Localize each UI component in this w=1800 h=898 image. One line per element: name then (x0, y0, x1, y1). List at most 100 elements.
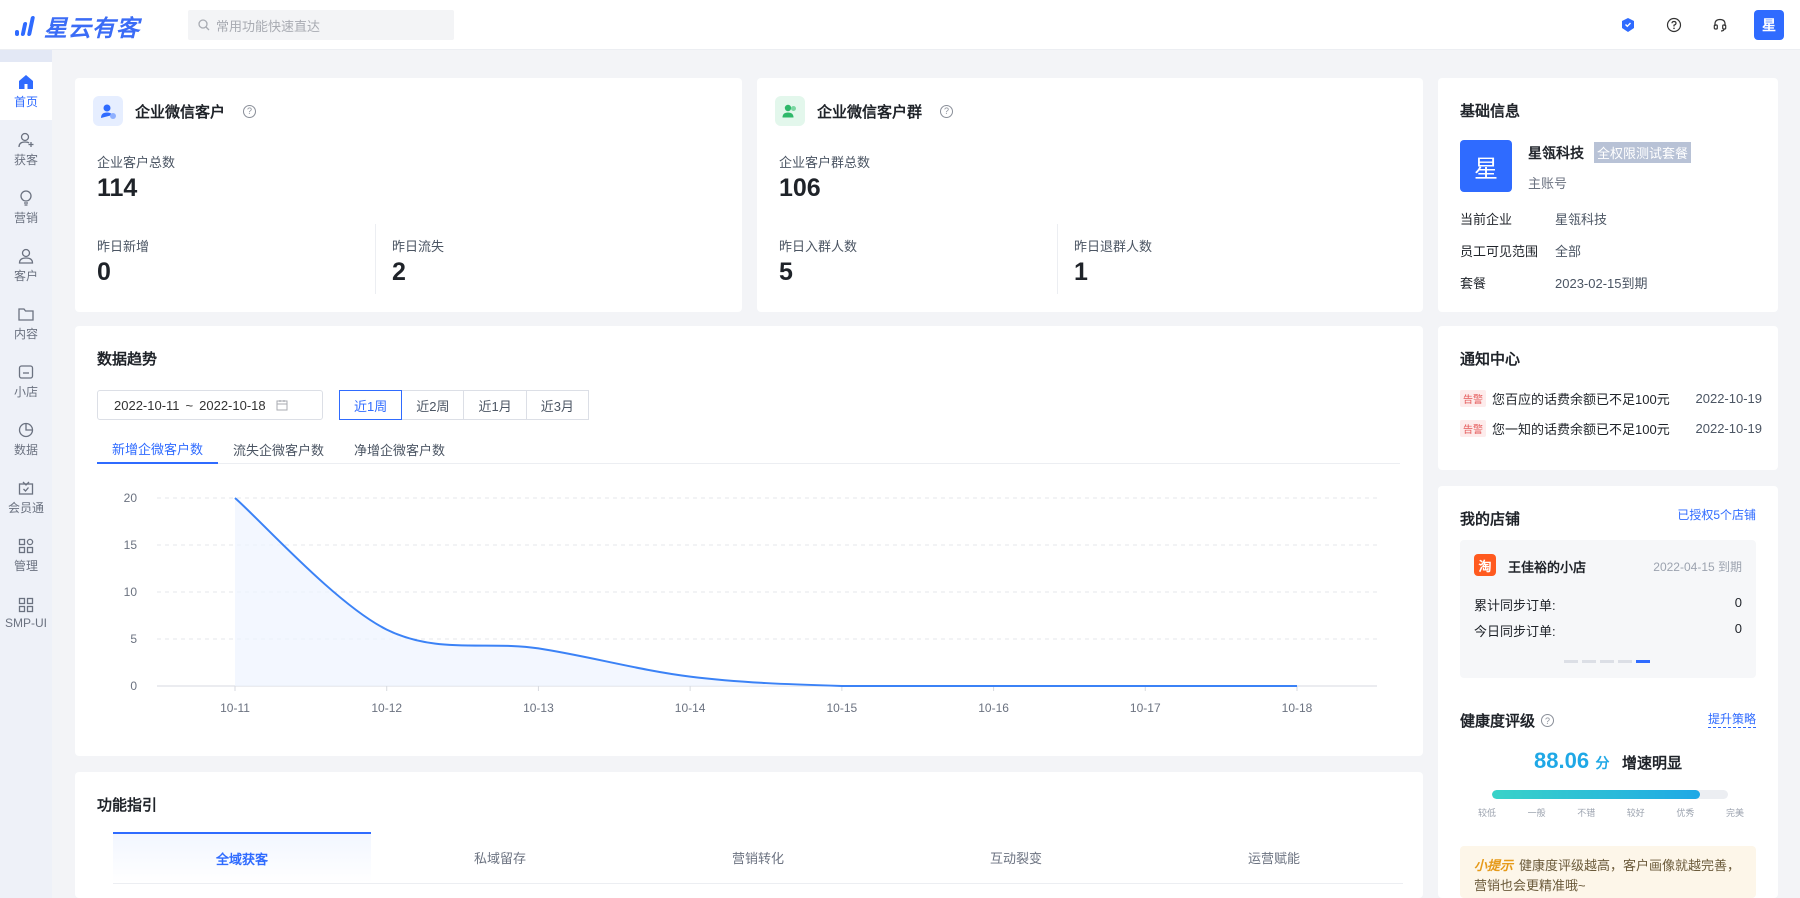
sidebar-item-label: SMP-UI (5, 616, 47, 630)
health-unit: 分 (1595, 755, 1610, 771)
bulb-icon (17, 189, 35, 207)
shop-name: 王佳裕的小店 (1508, 560, 1587, 575)
x-tick-label: 10-16 (978, 701, 1009, 715)
date-start: 2022-10-11 (114, 397, 180, 413)
search-icon (198, 19, 210, 31)
y-tick-label: 20 (124, 491, 138, 505)
x-tick-label: 10-13 (523, 701, 554, 715)
date-range-picker[interactable]: 2022-10-11 ~ 2022-10-18 (97, 390, 323, 420)
range-button-3[interactable]: 近3月 (525, 390, 589, 420)
notice-text: 您一知的话费余额已不足100元 (1492, 422, 1670, 437)
shop-expire: 2022-04-15 到期 (1653, 560, 1742, 574)
range-button-1[interactable]: 近2周 (401, 390, 465, 420)
trend-title: 数据趋势 (97, 351, 158, 368)
trend-tab-2[interactable]: 净增企微客户数 (339, 434, 460, 464)
company-avatar: 星 (1460, 140, 1512, 192)
grid-icon (17, 537, 35, 555)
sidebar-item-8[interactable]: 管理 (0, 526, 52, 584)
trend-tab-0[interactable]: 新增企微客户数 (97, 434, 219, 464)
info-row-plan: 套餐 2023-02-15到期 (1460, 276, 1648, 291)
sidebar-item-3[interactable]: 客户 (0, 236, 52, 294)
group-icon (775, 96, 805, 126)
date-end: 2022-10-18 (199, 397, 266, 413)
headset-icon[interactable] (1708, 13, 1732, 37)
customer-lost-label: 昨日流失 (392, 239, 445, 254)
group-quit-label: 昨日退群人数 (1074, 239, 1153, 254)
sidebar-item-label: 营销 (13, 210, 38, 225)
info-row-scope: 员工可见范围 全部 (1460, 244, 1582, 259)
user-icon (17, 247, 35, 265)
guide-tab-3[interactable]: 互动裂变 (887, 832, 1145, 883)
guide-tab-2[interactable]: 营销转化 (629, 832, 887, 883)
group-join-label: 昨日入群人数 (779, 239, 858, 254)
group-total-value: 106 (779, 174, 821, 202)
sidebar-item-2[interactable]: 营销 (0, 178, 52, 236)
sidebar-item-1[interactable]: 获客 (0, 120, 52, 178)
notice-card: 通知中心 告警 您百应的话费余额已不足100元 2022-10-19 告警 您一… (1438, 326, 1778, 470)
health-status: 增速明显 (1621, 755, 1682, 772)
health-score-line: 88.06 分 增速明显 (1460, 748, 1756, 774)
question-icon[interactable]: ? (1541, 714, 1555, 727)
group-quit-value: 1 (1074, 258, 1088, 286)
group-card-title: 企业微信客户群 (817, 103, 923, 121)
folder-icon (17, 305, 35, 323)
sidebar-item-6[interactable]: 数据 (0, 410, 52, 468)
notice-item[interactable]: 告警 您一知的话费余额已不足100元 2022-10-19 (1460, 419, 1762, 438)
health-title: 健康度评级 (1460, 713, 1536, 730)
trend-chart: 0 5 10 15 20 10-11 10-12 10-13 10-14 10-15 10-16 10… (124, 491, 1377, 715)
pie-icon (17, 421, 35, 439)
shop-item[interactable]: 淘 王佳裕的小店 2022-04-15 到期 累计同步订单: 0 今日同步订单: 0 (1460, 540, 1756, 678)
alert-tag: 告警 (1460, 390, 1486, 407)
sidebar-item-label: 管理 (13, 558, 38, 573)
authorized-shops-link[interactable]: 已授权5个店铺 (1677, 506, 1756, 523)
company-name: 星瓴科技 (1528, 144, 1584, 161)
tip-text: 健康度评级越高，客户画像就越完善，营销也会更精准哦~ (1474, 858, 1741, 893)
notice-item[interactable]: 告警 您百应的话费余额已不足100元 2022-10-19 (1460, 389, 1762, 408)
sidebar-item-5[interactable]: 小店 (0, 352, 52, 410)
sidebar-item-label: 会员通 (7, 500, 44, 515)
guide-title: 功能指引 (97, 797, 158, 814)
help-icon[interactable] (1662, 13, 1686, 37)
notice-title: 通知中心 (1460, 351, 1521, 368)
sidebar-item-7[interactable]: 会员通 (0, 468, 52, 526)
question-icon[interactable]: ? (940, 104, 954, 118)
health-level-label: 较好 (1626, 808, 1645, 818)
sidebar-item-label: 数据 (13, 442, 38, 457)
notice-date: 2022-10-19 (1695, 421, 1763, 436)
tip-title: 小提示 (1474, 858, 1514, 873)
taobao-icon: 淘 (1474, 554, 1496, 576)
shield-icon[interactable] (1616, 13, 1640, 37)
guide-tab-4[interactable]: 运营赋能 (1145, 832, 1403, 883)
health-level-label: 完美 (1725, 808, 1744, 818)
logo[interactable]: 星云有客 (12, 12, 140, 42)
search-input[interactable]: 常用功能快速直达 (188, 10, 454, 40)
group-total-label: 企业客户群总数 (779, 155, 871, 170)
trend-tab-1[interactable]: 流失企微客户数 (218, 434, 339, 464)
question-icon[interactable]: ? (243, 104, 257, 118)
range-button-2[interactable]: 近1月 (463, 390, 527, 420)
sidebar-item-label: 客户 (13, 268, 38, 283)
carousel-dots[interactable] (1564, 660, 1650, 663)
top-bar: 星云有客 常用功能快速直达 星 (0, 0, 1800, 50)
sidebar-item-9[interactable]: SMP-UI (0, 584, 52, 642)
improve-strategy-link[interactable]: 提升策略 (1707, 710, 1756, 728)
guide-tab-1[interactable]: 私域留存 (371, 832, 629, 883)
info-row-company: 当前企业 星瓴科技 (1460, 212, 1608, 227)
customer-total-value: 114 (97, 174, 138, 202)
x-tick-label: 10-14 (675, 701, 706, 715)
sidebar-item-0[interactable]: 首页 (0, 62, 52, 120)
logo-mark-icon (12, 13, 38, 39)
guide-tab-0[interactable]: 全域获客 (113, 832, 371, 883)
health-level-label: 较低 (1478, 808, 1497, 818)
range-button-0[interactable]: 近1周 (339, 390, 403, 420)
x-tick-label: 10-18 (1282, 701, 1313, 715)
user-avatar[interactable]: 星 (1754, 10, 1784, 40)
sidebar: 首页 获客营销客户内容 小店数据会员通管理 SMP-UI (0, 50, 52, 898)
customer-lost-value: 2 (392, 258, 406, 286)
logo-text: 星云有客 (44, 16, 140, 42)
y-tick-label: 0 (130, 679, 137, 693)
search-placeholder: 常用功能快速直达 (216, 18, 321, 34)
sidebar-top-strip (0, 50, 52, 62)
health-progress-bar (1492, 790, 1728, 799)
sidebar-item-4[interactable]: 内容 (0, 294, 52, 352)
